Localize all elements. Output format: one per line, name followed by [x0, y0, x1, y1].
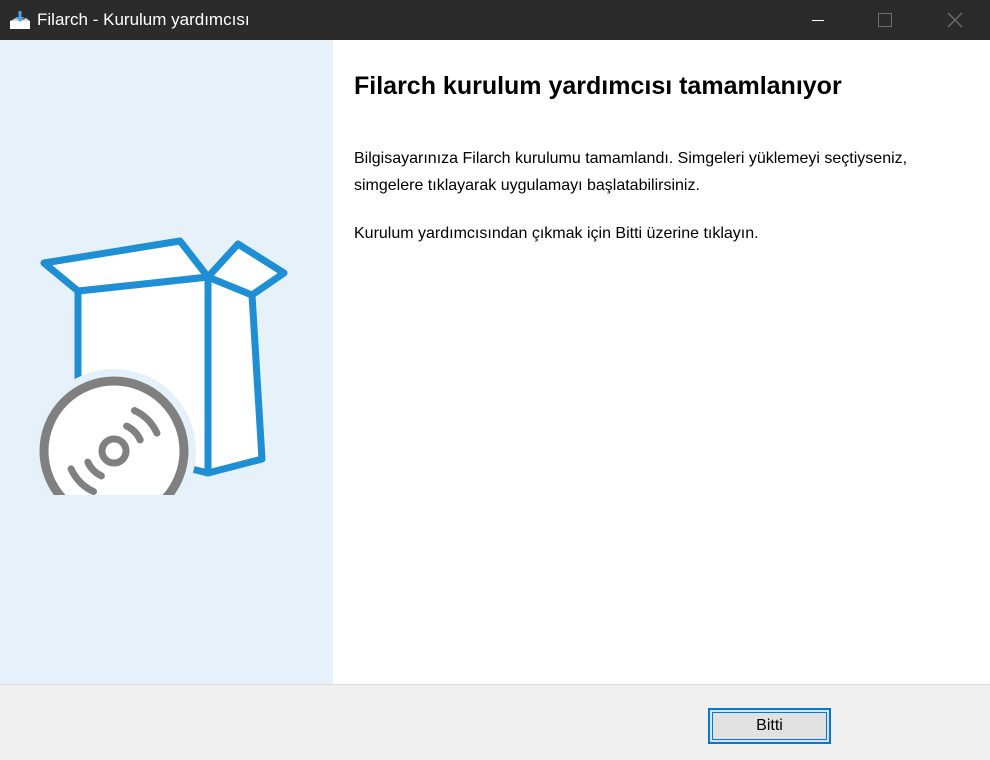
finish-button-label: Bitti: [756, 717, 783, 734]
window-title: Filarch - Kurulum yardımcısı: [37, 10, 250, 29]
close-icon: [947, 12, 963, 28]
exit-instruction: Kurulum yardımcısından çıkmak için Bitti…: [354, 225, 759, 242]
software-box-disc-icon: [32, 237, 288, 495]
wizard-footer: Bitti: [0, 684, 990, 760]
close-button[interactable]: [920, 0, 990, 40]
minimize-icon: [812, 20, 824, 21]
maximize-button[interactable]: [850, 0, 920, 40]
completion-message: Bilgisayarınıza Filarch kurulumu tamamla…: [354, 150, 908, 194]
finish-button[interactable]: Bitti: [708, 708, 831, 744]
title-bar[interactable]: Filarch - Kurulum yardımcısı: [0, 0, 990, 40]
wizard-banner: [0, 40, 333, 684]
minimize-button[interactable]: [783, 0, 853, 40]
page-title: Filarch kurulum yardımcısı tamamlanıyor: [354, 72, 842, 100]
installer-icon: [10, 11, 30, 29]
maximize-icon: [878, 13, 892, 27]
installer-window: Filarch - Kurulum yardımcısı Filarch kur…: [0, 0, 990, 760]
